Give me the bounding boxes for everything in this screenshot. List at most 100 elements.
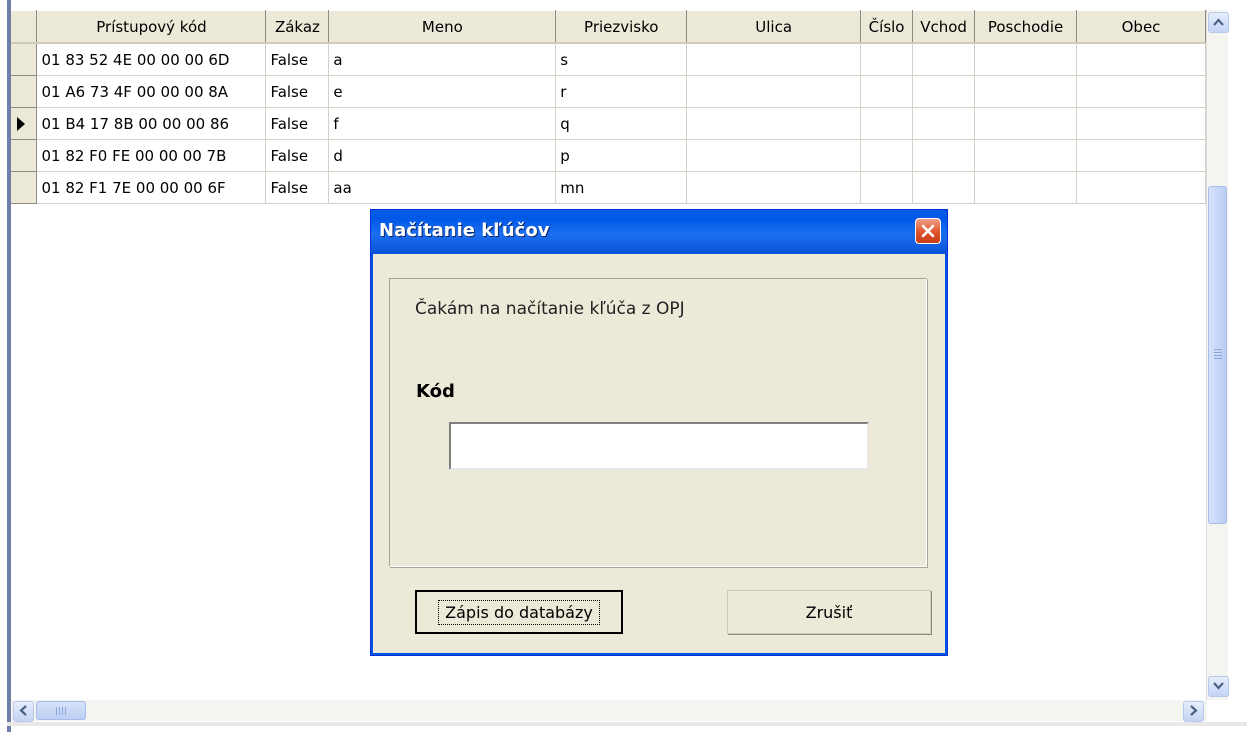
cell-ulica[interactable] <box>686 171 862 204</box>
column-header-poschodie[interactable]: Poschodie <box>974 10 1078 44</box>
scroll-down-button[interactable] <box>1208 676 1229 697</box>
cell-ulica[interactable] <box>686 139 862 172</box>
close-button[interactable] <box>915 218 941 244</box>
cell-cislo[interactable] <box>860 75 914 108</box>
cell-meno[interactable]: a <box>328 43 557 76</box>
cell-vchod[interactable] <box>912 171 976 204</box>
cell-vchod[interactable] <box>912 43 976 76</box>
cell-poschodie[interactable] <box>974 75 1078 108</box>
cell-zakaz[interactable]: False <box>265 43 330 76</box>
cell-obec[interactable] <box>1076 43 1206 76</box>
thumb-grip <box>56 707 57 715</box>
column-header-zakaz[interactable]: Zákaz <box>265 10 330 44</box>
cell-meno[interactable]: e <box>328 75 557 108</box>
cell-poschodie[interactable] <box>974 139 1078 172</box>
cell-cislo[interactable] <box>860 171 914 204</box>
thumb-grip <box>59 707 60 715</box>
thumb-grip <box>65 707 66 715</box>
dialog-titlebar[interactable]: Načítanie kľúčov <box>371 210 947 254</box>
chevron-left-icon <box>19 705 27 716</box>
thumb-grip <box>1214 352 1222 353</box>
scroll-left-button[interactable] <box>13 701 34 722</box>
window-bottom-border <box>7 722 1247 726</box>
cell-priezvisko[interactable]: p <box>555 139 688 172</box>
cell-zakaz[interactable]: False <box>265 107 330 140</box>
vertical-scroll-thumb[interactable] <box>1208 186 1227 524</box>
cell-priezvisko[interactable]: r <box>555 75 688 108</box>
cell-ulica[interactable] <box>686 107 862 140</box>
cell-ulica[interactable] <box>686 75 862 108</box>
column-header-priezvisko[interactable]: Priezvisko <box>555 10 688 44</box>
dialog-title: Načítanie kľúčov <box>379 220 550 241</box>
cell-ulica[interactable] <box>686 43 862 76</box>
chevron-up-icon <box>1213 18 1224 26</box>
cell-poschodie[interactable] <box>974 43 1078 76</box>
column-header-pristupovy-kod[interactable]: Prístupový kód <box>36 10 267 44</box>
cell-pristupovy-kod[interactable]: 01 B4 17 8B 00 00 00 86 <box>36 107 267 140</box>
cell-obec[interactable] <box>1076 107 1206 140</box>
cell-obec[interactable] <box>1076 139 1206 172</box>
save-to-database-button[interactable]: Zápis do databázy <box>415 590 623 634</box>
table-row[interactable]: 01 82 F1 7E 00 00 00 6F False aa mn <box>11 171 1206 204</box>
column-header-vchod[interactable]: Vchod <box>912 10 976 44</box>
cell-vchod[interactable] <box>912 139 976 172</box>
cell-priezvisko[interactable]: q <box>555 107 688 140</box>
thumb-grip <box>62 707 63 715</box>
load-keys-dialog: Načítanie kľúčov Čakám na načítanie kľúč… <box>370 209 948 656</box>
thumb-grip <box>1214 358 1222 359</box>
grid-table: Prístupový kód Zákaz Meno Priezvisko Uli… <box>11 10 1206 204</box>
code-input[interactable] <box>449 422 869 470</box>
cell-pristupovy-kod[interactable]: 01 82 F1 7E 00 00 00 6F <box>36 171 267 204</box>
cell-cislo[interactable] <box>860 107 914 140</box>
cell-zakaz[interactable]: False <box>265 171 330 204</box>
close-icon <box>921 224 935 238</box>
row-selector[interactable] <box>11 171 38 204</box>
cell-vchod[interactable] <box>912 107 976 140</box>
grid-header-row: Prístupový kód Zákaz Meno Priezvisko Uli… <box>11 10 1206 44</box>
thumb-grip <box>1214 355 1222 356</box>
horizontal-scroll-thumb[interactable] <box>36 701 86 720</box>
cell-obec[interactable] <box>1076 171 1206 204</box>
code-label: Kód <box>416 381 455 402</box>
cell-priezvisko[interactable]: mn <box>555 171 688 204</box>
table-row[interactable]: 01 A6 73 4F 00 00 00 8A False e r <box>11 75 1206 108</box>
cell-zakaz[interactable]: False <box>265 75 330 108</box>
column-header-meno[interactable]: Meno <box>328 10 557 44</box>
cell-meno[interactable]: d <box>328 139 557 172</box>
cell-poschodie[interactable] <box>974 107 1078 140</box>
row-selector[interactable] <box>11 43 38 76</box>
cell-cislo[interactable] <box>860 139 914 172</box>
table-row[interactable]: 01 82 F0 FE 00 00 00 7B False d p <box>11 139 1206 172</box>
corner-header[interactable] <box>11 10 38 44</box>
cell-pristupovy-kod[interactable]: 01 A6 73 4F 00 00 00 8A <box>36 75 267 108</box>
cell-pristupovy-kod[interactable]: 01 83 52 4E 00 00 00 6D <box>36 43 267 76</box>
row-selector-current[interactable] <box>11 107 38 140</box>
thumb-grip <box>1214 349 1222 350</box>
column-header-ulica[interactable]: Ulica <box>686 10 862 44</box>
chevron-right-icon <box>1190 705 1198 716</box>
cell-vchod[interactable] <box>912 75 976 108</box>
column-header-cislo[interactable]: Číslo <box>860 10 914 44</box>
cell-poschodie[interactable] <box>974 171 1078 204</box>
cancel-button[interactable]: Zrušiť <box>727 590 931 634</box>
cell-obec[interactable] <box>1076 75 1206 108</box>
table-row-current[interactable]: 01 B4 17 8B 00 00 00 86 False f q <box>11 107 1206 140</box>
cell-meno[interactable]: f <box>328 107 557 140</box>
cell-zakaz[interactable]: False <box>265 139 330 172</box>
vertical-scrollbar[interactable] <box>1207 10 1229 700</box>
scroll-up-button[interactable] <box>1208 12 1229 33</box>
status-message: Čakám na načítanie kľúča z OPJ <box>415 299 685 319</box>
row-selector[interactable] <box>11 139 38 172</box>
cell-pristupovy-kod[interactable]: 01 82 F0 FE 00 00 00 7B <box>36 139 267 172</box>
cell-priezvisko[interactable]: s <box>555 43 688 76</box>
cell-meno[interactable]: aa <box>328 171 557 204</box>
column-header-obec[interactable]: Obec <box>1076 10 1206 44</box>
table-row[interactable]: 01 83 52 4E 00 00 00 6D False a s <box>11 43 1206 76</box>
cancel-button-label: Zrušiť <box>805 602 853 622</box>
cell-cislo[interactable] <box>860 43 914 76</box>
current-row-arrow-icon <box>17 117 25 131</box>
row-selector[interactable] <box>11 75 38 108</box>
chevron-down-icon <box>1213 682 1224 690</box>
scroll-right-button[interactable] <box>1183 701 1204 722</box>
horizontal-scrollbar[interactable] <box>11 700 1207 722</box>
